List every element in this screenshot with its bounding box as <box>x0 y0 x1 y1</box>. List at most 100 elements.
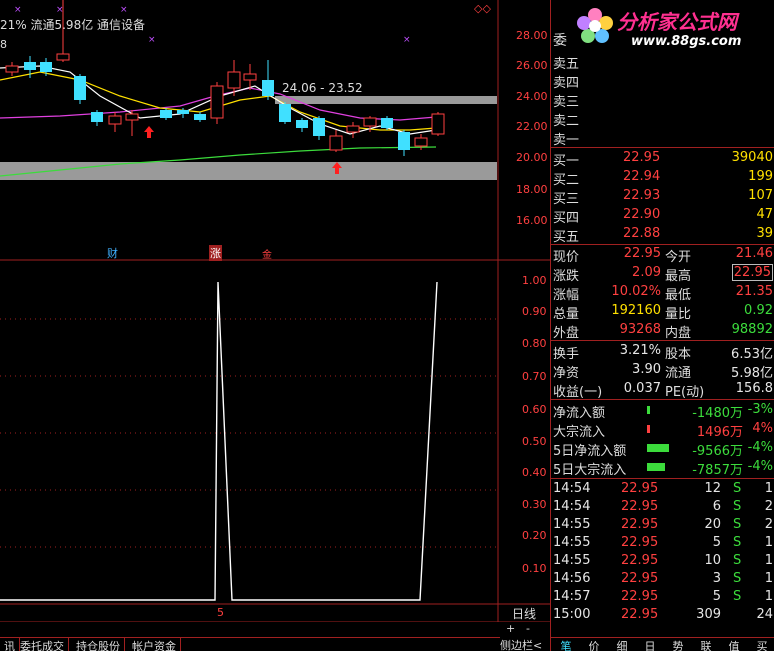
logo-title: 分析家公式网 <box>617 10 737 34</box>
logo-url: www.88gs.com <box>631 34 742 49</box>
stat-row: 净资 3.90 流通 5.98亿 <box>553 362 773 381</box>
sell-row[interactable]: 卖四 <box>551 71 774 91</box>
candle <box>194 114 206 120</box>
buy-row[interactable]: 买二 22.94 199 <box>551 168 774 188</box>
buy-row[interactable]: 买一 22.95 39040 <box>551 149 774 169</box>
tab-price[interactable]: 价 <box>583 638 605 651</box>
flow-bar <box>647 425 650 433</box>
header-info: 21% 流通5.98亿 通信设备 <box>0 18 146 32</box>
candle <box>398 132 410 150</box>
zoom-out-button[interactable]: - <box>526 622 530 635</box>
flow-row: 大宗流入 1496万 4% <box>553 421 773 440</box>
candle <box>381 118 393 128</box>
svg-text:×: × <box>148 35 156 45</box>
candle <box>160 110 172 118</box>
range-label: 24.06 - 23.52 <box>282 81 363 95</box>
candle <box>5 65 19 73</box>
candle <box>125 113 139 121</box>
tick-row: 14:55 22.95 10 S 1 <box>553 553 773 568</box>
kline-chart[interactable]: × × × × × <box>0 0 550 622</box>
marker-zhang[interactable]: 涨 <box>209 245 222 261</box>
stat-row: 涨幅 10.02% 最低 21.35 <box>553 284 773 303</box>
sell-row[interactable]: 卖一 <box>551 128 774 148</box>
flow-row: 5日净流入额 -9566万 -4% <box>553 440 773 459</box>
tab-orders[interactable]: 委托成交 <box>16 638 69 651</box>
tab-value[interactable]: 值 <box>723 638 745 651</box>
svg-text:×: × <box>403 35 411 45</box>
stat-row: 总量 192160 量比 0.92 <box>553 303 773 322</box>
sell-row[interactable]: 卖二 <box>551 109 774 129</box>
candle <box>56 53 70 61</box>
candle <box>329 135 343 151</box>
tick-row: 14:54 22.95 6 S 2 <box>553 499 773 514</box>
candle <box>177 110 189 114</box>
stat-row: 换手 3.21% 股本 6.53亿 <box>553 343 773 362</box>
buy-row[interactable]: 买五 22.88 39 <box>551 225 774 245</box>
tab-buy[interactable]: 买 <box>751 638 773 651</box>
logo[interactable]: 分析家公式网 www.88gs.com <box>571 4 771 50</box>
svg-text:×: × <box>14 5 22 15</box>
candle <box>24 62 36 70</box>
buy-row[interactable]: 买三 22.93 107 <box>551 187 774 207</box>
resistance-band <box>275 96 497 104</box>
candle <box>210 85 224 119</box>
kline-y-axis: 28.00 26.00 24.00 22.00 20.00 18.00 16.0… <box>516 29 548 227</box>
tab-positions[interactable]: 持仓股份 <box>72 638 125 651</box>
chart-area[interactable]: × × × × × 21% 流通5.98亿 通信设备 8 ◇◇ 24.06 - 23.… <box>0 0 550 635</box>
tick-row: 14:57 22.95 5 S 1 <box>553 589 773 604</box>
indicator-line <box>0 281 438 601</box>
tab-trend[interactable]: 势 <box>667 638 689 651</box>
candle <box>227 71 241 89</box>
candle <box>346 125 360 133</box>
tab-funds[interactable]: 帐户资金 <box>128 638 181 651</box>
candle <box>296 120 308 128</box>
support-band <box>0 162 497 180</box>
tab-daily[interactable]: 日 <box>639 638 661 651</box>
flow-bar <box>647 406 650 414</box>
buy-row[interactable]: 买四 22.90 47 <box>551 206 774 226</box>
svg-text:×: × <box>120 5 128 15</box>
candle <box>243 73 257 81</box>
bottom-tab-bar: 讯 委托成交 持仓股份 帐户资金 <box>0 637 500 651</box>
tab-linked[interactable]: 联 <box>695 638 717 651</box>
candle <box>108 115 122 125</box>
header-num: 8 <box>0 38 7 51</box>
flow-row: 净流入额 -1480万 -3% <box>553 402 773 421</box>
tab-detail[interactable]: 细 <box>611 638 633 651</box>
stat-row: 外盘 93268 内盘 98892 <box>553 322 773 341</box>
tick-row: 14:55 22.95 5 S 1 <box>553 535 773 550</box>
wei-label: 委 <box>553 33 567 49</box>
candle <box>414 137 428 147</box>
period-label[interactable]: 日线 <box>512 605 536 622</box>
diamond-icon[interactable]: ◇◇ <box>474 2 491 15</box>
candle <box>313 118 325 136</box>
candle <box>363 117 377 127</box>
flow-bar <box>647 444 669 452</box>
marker-cai[interactable]: 财 <box>107 245 118 261</box>
marker-jin[interactable]: 金 <box>262 246 272 261</box>
sell-row[interactable]: 卖五 <box>551 52 774 72</box>
flow-row: 5日大宗流入 -7857万 -4% <box>553 459 773 478</box>
tick-row: 14:56 22.95 3 S 1 <box>553 571 773 586</box>
stat-row: 收益(一) 0.037 PE(动) 156.8 <box>553 381 773 400</box>
candle <box>279 104 291 122</box>
tab-trades[interactable]: 笔 <box>555 638 577 651</box>
zoom-in-button[interactable]: + <box>506 622 515 635</box>
tick-row: 14:55 22.95 20 S 2 <box>553 517 773 532</box>
tick-row: 14:54 22.95 12 S 1 <box>553 481 773 496</box>
indicator-y-axis: 1.00 0.90 0.80 0.70 0.60 0.50 0.40 0.30 … <box>522 274 547 575</box>
candle <box>431 113 445 135</box>
flower-logo-icon <box>575 6 615 46</box>
svg-text:×: × <box>56 5 64 15</box>
sell-row[interactable]: 卖三 <box>551 90 774 110</box>
tick-row: 15:00 22.95 309 24 <box>553 607 773 622</box>
stat-row: 涨跌 2.09 最高 22.95 <box>553 264 773 284</box>
up-arrow-icon <box>144 126 154 138</box>
flow-bar <box>647 463 665 471</box>
candle <box>74 76 86 100</box>
candle <box>40 62 52 72</box>
candle <box>91 112 103 122</box>
stat-row: 现价 22.95 今开 21.46 <box>553 246 773 265</box>
right-tab-bar: 笔 价 细 日 势 联 值 买 <box>551 637 774 651</box>
sidebar-toggle[interactable]: 侧边栏< <box>500 637 542 651</box>
